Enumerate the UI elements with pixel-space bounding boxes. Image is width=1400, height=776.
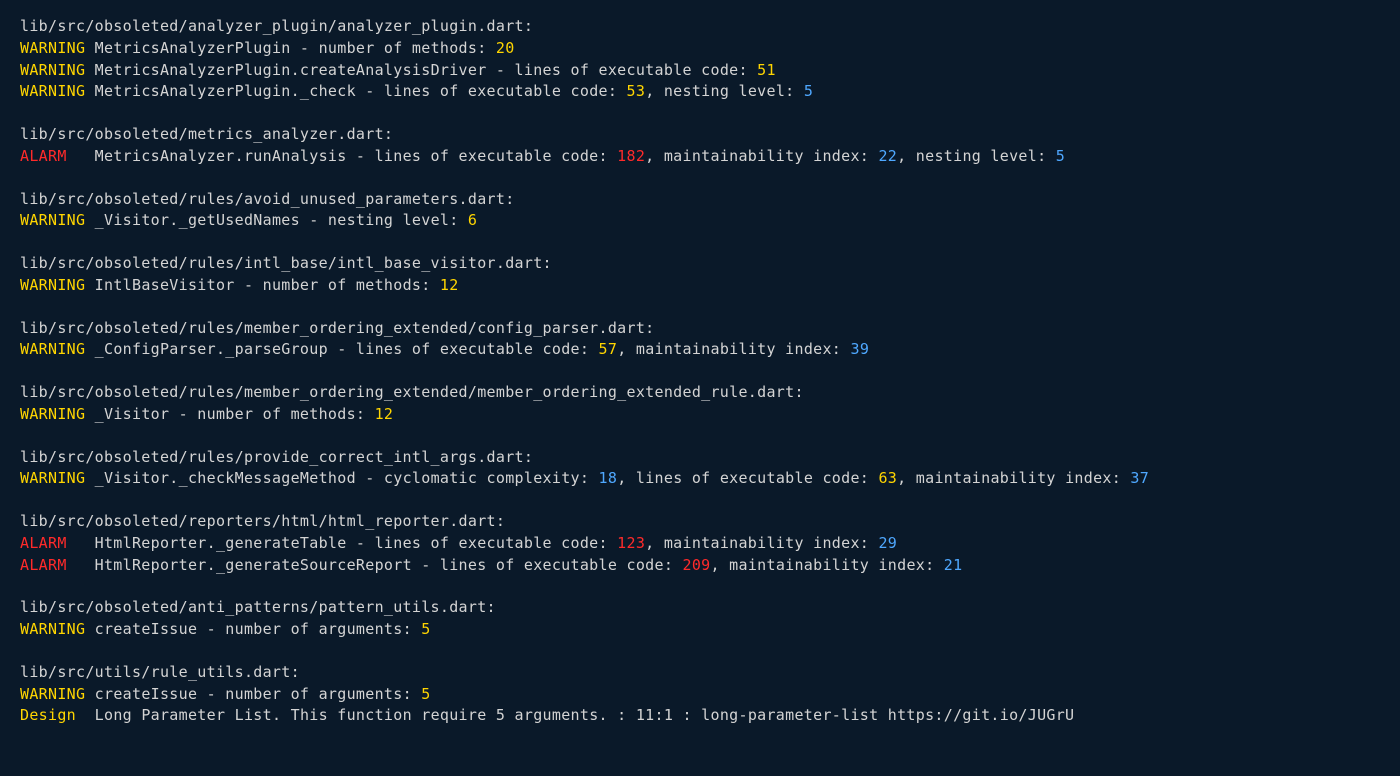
file-path: lib/src/utils/rule_utils.dart:	[20, 662, 1380, 684]
severity-level: Design	[20, 706, 76, 724]
metric-value: 12	[440, 276, 459, 294]
message-text: MetricsAnalyzerPlugin - number of method…	[85, 39, 496, 57]
message-text: , maintainability index:	[711, 556, 944, 574]
terminal-output: lib/src/obsoleted/analyzer_plugin/analyz…	[20, 16, 1380, 727]
report-line: ALARM HtmlReporter._generateSourceReport…	[20, 555, 1380, 577]
metric-value: 5	[804, 82, 813, 100]
file-path: lib/src/obsoleted/rules/member_ordering_…	[20, 318, 1380, 340]
metric-value: 29	[878, 534, 897, 552]
message-text: IntlBaseVisitor - number of methods:	[85, 276, 440, 294]
metric-value: 5	[1056, 147, 1065, 165]
report-line: WARNING _ConfigParser._parseGroup - line…	[20, 339, 1380, 361]
metric-value: 37	[1130, 469, 1149, 487]
report-block: lib/src/obsoleted/rules/member_ordering_…	[20, 382, 1380, 426]
severity-level: WARNING	[20, 276, 85, 294]
report-line: WARNING MetricsAnalyzerPlugin - number o…	[20, 38, 1380, 60]
report-line: WARNING MetricsAnalyzerPlugin.createAnal…	[20, 60, 1380, 82]
metric-value: 39	[850, 340, 869, 358]
file-path: lib/src/obsoleted/analyzer_plugin/analyz…	[20, 16, 1380, 38]
report-line: WARNING MetricsAnalyzerPlugin._check - l…	[20, 81, 1380, 103]
severity-level: WARNING	[20, 340, 85, 358]
report-block: lib/src/obsoleted/reporters/html/html_re…	[20, 511, 1380, 576]
message-text: Long Parameter List. This function requi…	[76, 706, 1074, 724]
report-block: lib/src/utils/rule_utils.dart:WARNING cr…	[20, 662, 1380, 727]
metric-value: 5	[421, 620, 430, 638]
report-line: WARNING _Visitor._getUsedNames - nesting…	[20, 210, 1380, 232]
message-text: _ConfigParser._parseGroup - lines of exe…	[85, 340, 598, 358]
severity-level: WARNING	[20, 685, 85, 703]
report-block: lib/src/obsoleted/rules/avoid_unused_par…	[20, 189, 1380, 233]
report-block: lib/src/obsoleted/rules/intl_base/intl_b…	[20, 253, 1380, 297]
report-line: ALARM HtmlReporter._generateTable - line…	[20, 533, 1380, 555]
report-block: lib/src/obsoleted/rules/provide_correct_…	[20, 447, 1380, 491]
message-text: createIssue - number of arguments:	[85, 685, 421, 703]
message-text: , maintainability index:	[897, 469, 1130, 487]
severity-level: WARNING	[20, 469, 85, 487]
message-text: _Visitor._getUsedNames - nesting level:	[85, 211, 468, 229]
file-path: lib/src/obsoleted/reporters/html/html_re…	[20, 511, 1380, 533]
message-text: createIssue - number of arguments:	[85, 620, 421, 638]
report-line: WARNING IntlBaseVisitor - number of meth…	[20, 275, 1380, 297]
report-block: lib/src/obsoleted/analyzer_plugin/analyz…	[20, 16, 1380, 103]
message-text: HtmlReporter._generateSourceReport - lin…	[67, 556, 683, 574]
severity-level: WARNING	[20, 39, 85, 57]
report-line: WARNING createIssue - number of argument…	[20, 684, 1380, 706]
file-path: lib/src/obsoleted/rules/intl_base/intl_b…	[20, 253, 1380, 275]
metric-value: 63	[878, 469, 897, 487]
message-text: _Visitor._checkMessageMethod - cyclomati…	[85, 469, 598, 487]
file-path: lib/src/obsoleted/rules/provide_correct_…	[20, 447, 1380, 469]
report-line: WARNING _Visitor - number of methods: 12	[20, 404, 1380, 426]
severity-level: ALARM	[20, 534, 67, 552]
message-text: _Visitor - number of methods:	[85, 405, 374, 423]
message-text: , nesting level:	[645, 82, 804, 100]
message-text: , maintainability index:	[645, 534, 878, 552]
severity-level: ALARM	[20, 556, 67, 574]
severity-level: WARNING	[20, 405, 85, 423]
metric-value: 57	[599, 340, 618, 358]
metric-value: 6	[468, 211, 477, 229]
file-path: lib/src/obsoleted/rules/member_ordering_…	[20, 382, 1380, 404]
report-line: WARNING _Visitor._checkMessageMethod - c…	[20, 468, 1380, 490]
message-text: , maintainability index:	[645, 147, 878, 165]
file-path: lib/src/obsoleted/rules/avoid_unused_par…	[20, 189, 1380, 211]
metric-value: 22	[878, 147, 897, 165]
metric-value: 21	[944, 556, 963, 574]
file-path: lib/src/obsoleted/metrics_analyzer.dart:	[20, 124, 1380, 146]
report-block: lib/src/obsoleted/rules/member_ordering_…	[20, 318, 1380, 362]
report-block: lib/src/obsoleted/anti_patterns/pattern_…	[20, 597, 1380, 641]
severity-level: ALARM	[20, 147, 67, 165]
metric-value: 123	[617, 534, 645, 552]
report-block: lib/src/obsoleted/metrics_analyzer.dart:…	[20, 124, 1380, 168]
file-path: lib/src/obsoleted/anti_patterns/pattern_…	[20, 597, 1380, 619]
metric-value: 12	[375, 405, 394, 423]
severity-level: WARNING	[20, 82, 85, 100]
message-text: HtmlReporter._generateTable - lines of e…	[67, 534, 618, 552]
message-text: , maintainability index:	[617, 340, 850, 358]
severity-level: WARNING	[20, 61, 85, 79]
message-text: , lines of executable code:	[617, 469, 878, 487]
metric-value: 5	[421, 685, 430, 703]
severity-level: WARNING	[20, 620, 85, 638]
report-line: ALARM MetricsAnalyzer.runAnalysis - line…	[20, 146, 1380, 168]
message-text: MetricsAnalyzer.runAnalysis - lines of e…	[67, 147, 618, 165]
message-text: MetricsAnalyzerPlugin.createAnalysisDriv…	[85, 61, 757, 79]
message-text: MetricsAnalyzerPlugin._check - lines of …	[85, 82, 626, 100]
report-line: WARNING createIssue - number of argument…	[20, 619, 1380, 641]
metric-value: 209	[683, 556, 711, 574]
metric-value: 18	[599, 469, 618, 487]
severity-level: WARNING	[20, 211, 85, 229]
metric-value: 182	[617, 147, 645, 165]
metric-value: 20	[496, 39, 515, 57]
metric-value: 53	[627, 82, 646, 100]
message-text: , nesting level:	[897, 147, 1056, 165]
metric-value: 51	[757, 61, 776, 79]
report-line: Design Long Parameter List. This functio…	[20, 705, 1380, 727]
